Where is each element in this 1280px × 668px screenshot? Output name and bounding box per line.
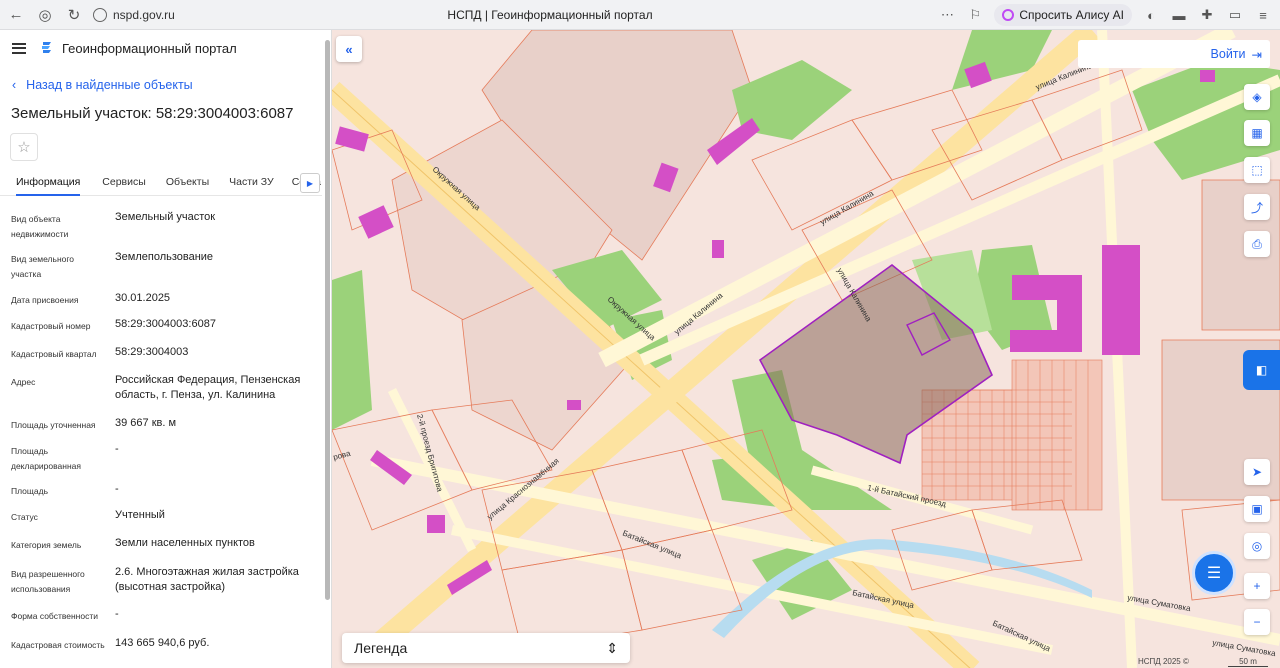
yandex-protect-icon[interactable]: ◎ [32,2,58,28]
tab-info[interactable]: Информация [16,170,81,196]
downloads-icon[interactable]: ▭ [1226,6,1244,24]
property-label: Дата присвоения [11,295,79,305]
site-info-icon[interactable] [93,7,107,22]
plus-icon: + [1253,579,1261,593]
favorite-star-icon[interactable]: ☆ [10,133,38,161]
zoom-in-button[interactable]: + [1244,573,1270,599]
tab-land-parts[interactable]: Части ЗУ [229,170,274,196]
login-button[interactable]: Войти ⇥ [1078,40,1270,68]
geolocation-icon: ◎ [1251,539,1263,553]
panel-header: Геоинформационный портал [0,30,331,66]
property-value: - [115,443,119,455]
back-arrow-icon[interactable]: ← [3,2,29,28]
property-label: Кадастровый квартал [11,349,97,359]
menu-icon[interactable]: ≡ [1254,6,1272,24]
reload-icon[interactable]: ↻ [61,2,87,28]
share-icon: ⤴ [1250,200,1263,215]
ruler-icon: ▦ [1251,126,1263,140]
zoom-out-button[interactable]: − [1244,609,1270,635]
login-icon: ⇥ [1251,47,1262,62]
property-label: Адрес [11,377,36,387]
property-label: Категория земель [11,540,82,550]
property-value: Земли населенных пунктов [115,537,255,549]
hat-icon[interactable]: ▬ [1170,6,1188,24]
browser-toolbar: ← ◎ ↻ nspd.gov.ru НСПД | Геоинформационн… [0,0,1280,30]
property-value: Учтенный [115,509,165,521]
layers-icon: ◈ [1252,90,1262,104]
property-label: Площадь [11,486,49,496]
property-value: - [115,608,119,620]
ruler-button[interactable]: ▦ [1244,120,1270,146]
side-app-button[interactable]: ◧ [1243,350,1280,390]
collapse-panel-button[interactable]: « [336,36,362,62]
basemap-icon: ▣ [1251,502,1263,516]
geolocation-button[interactable]: ◎ [1244,533,1270,559]
property-label: Вид объекта недвижимости [11,214,69,239]
property-value: Российская Федерация, Пензенская область… [115,374,301,401]
property-label: Площадь декларированная [11,446,81,471]
property-label: Кадастровая стоимость [11,640,105,650]
legend-label: Легенда [354,640,408,656]
panel-scrollbar[interactable] [325,40,330,600]
address-bar[interactable]: nspd.gov.ru [93,4,733,26]
print-button[interactable]: ⎙ [1244,231,1270,257]
bookmark-icon[interactable]: ⚐ [966,6,984,24]
basemap-button[interactable]: ▣ [1244,496,1270,522]
app-logo-icon: ◧ [1255,363,1268,377]
property-label: Вид разрешенного использования [11,569,85,594]
extensions-icon[interactable]: ✚ [1198,6,1216,24]
map-scale-bar: 50 m [1228,657,1268,667]
property-label: Площадь уточненная [11,420,96,430]
chat-button[interactable]: ☰ [1192,551,1236,595]
property-label: Форма собственности [11,611,98,621]
print-icon: ⎙ [1252,236,1262,251]
property-value: 30.01.2025 [115,292,171,304]
property-label: Вид земельного участка [11,254,75,279]
property-value: 39 667 кв. м [115,417,177,429]
chat-icon: ☰ [1206,565,1222,582]
property-label: Кадастровый номер [11,321,91,331]
tab-services[interactable]: Сервисы [102,170,146,196]
property-value: 58:29:3004003:6087 [115,318,216,330]
chevron-left-icon: ‹ [12,78,17,92]
more-icon[interactable]: ⋯ [938,6,956,24]
property-value: 143 665 940,6 руб. [115,637,210,649]
property-value: 58:29:3004003 [115,346,189,358]
select-area-icon: ⬚ [1251,163,1263,177]
tab-objects[interactable]: Объекты [166,170,209,196]
portal-logo-icon [42,42,51,53]
info-tabs: Информация Сервисы Объекты Части ЗУ Сост… [0,170,322,196]
url-text: nspd.gov.ru [113,7,175,22]
property-value: 2.6. Многоэтажная жилая застройка (высот… [115,566,299,593]
profile-icon[interactable]: ◐ [1142,6,1160,24]
hamburger-menu-icon[interactable] [12,42,26,54]
ask-alisa-button[interactable]: Спросить Алису AI [994,4,1132,26]
tabs-scroll-right-icon[interactable]: ▶ [300,173,320,193]
chevron-updown-icon: ⇕ [606,639,618,656]
map-attribution: НСПД 2025 © [1138,657,1189,666]
share-button[interactable]: ⤴ [1244,194,1270,220]
property-value: - [115,483,119,495]
legend-dropdown[interactable]: Легенда ⇕ [342,633,630,663]
property-value: Земельный участок [115,211,216,223]
back-to-results-link[interactable]: ‹ Назад в найденные объекты [12,78,193,92]
navigation-arrow-icon: ➤ [1251,465,1263,479]
select-area-button[interactable]: ⬚ [1244,157,1270,183]
property-label: Статус [11,512,38,522]
locate-button[interactable]: ➤ [1244,459,1270,485]
portal-name: Геоинформационный портал [62,40,237,56]
map-canvas[interactable]: Окружная улица Окружная улица улица Кали… [332,30,1280,668]
layers-button[interactable]: ◈ [1244,84,1270,110]
cadastral-map[interactable]: Окружная улица Окружная улица улица Кали… [332,30,1280,668]
object-title: Земельный участок: 58:29:3004003:6087 [11,105,294,122]
alisa-icon [1002,9,1015,21]
property-value: Землепользование [115,251,214,263]
object-info-panel: Геоинформационный портал ‹ Назад в найде… [0,30,332,668]
minus-icon: − [1253,615,1261,629]
